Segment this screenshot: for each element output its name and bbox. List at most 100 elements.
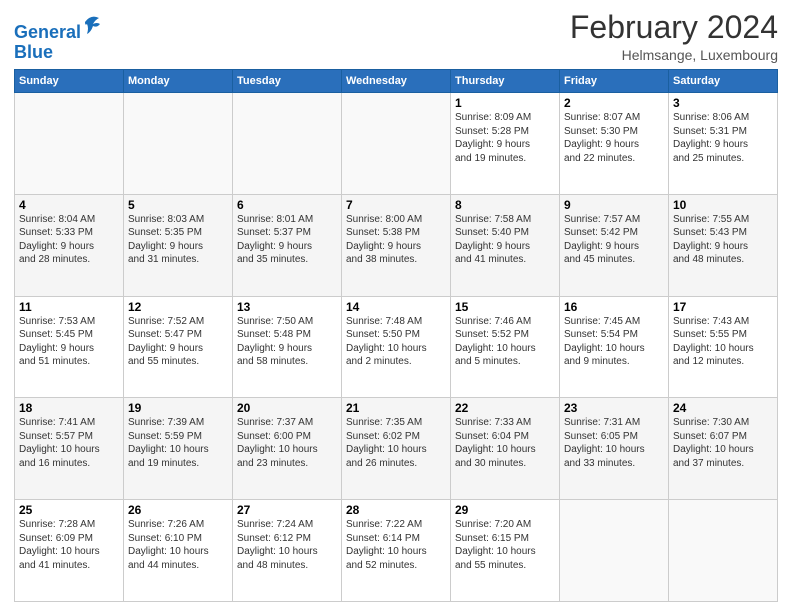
calendar-cell: 20Sunrise: 7:37 AM Sunset: 6:00 PM Dayli…: [233, 398, 342, 500]
logo-text: General Blue: [14, 14, 101, 63]
logo-bird-icon: [83, 14, 101, 36]
day-number: 19: [128, 401, 228, 415]
day-info: Sunrise: 8:09 AM Sunset: 5:28 PM Dayligh…: [455, 111, 555, 165]
day-info: Sunrise: 7:35 AM Sunset: 6:02 PM Dayligh…: [346, 416, 446, 470]
day-number: 1: [455, 96, 555, 110]
day-number: 7: [346, 198, 446, 212]
day-number: 21: [346, 401, 446, 415]
day-number: 28: [346, 503, 446, 517]
calendar-cell: 28Sunrise: 7:22 AM Sunset: 6:14 PM Dayli…: [342, 500, 451, 602]
calendar-cell: 10Sunrise: 7:55 AM Sunset: 5:43 PM Dayli…: [669, 194, 778, 296]
calendar-cell: 8Sunrise: 7:58 AM Sunset: 5:40 PM Daylig…: [451, 194, 560, 296]
day-number: 6: [237, 198, 337, 212]
calendar-cell: 5Sunrise: 8:03 AM Sunset: 5:35 PM Daylig…: [124, 194, 233, 296]
day-info: Sunrise: 7:37 AM Sunset: 6:00 PM Dayligh…: [237, 416, 337, 470]
day-number: 13: [237, 300, 337, 314]
day-number: 3: [673, 96, 773, 110]
weekday-header-friday: Friday: [560, 70, 669, 93]
weekday-header-saturday: Saturday: [669, 70, 778, 93]
calendar-cell: 19Sunrise: 7:39 AM Sunset: 5:59 PM Dayli…: [124, 398, 233, 500]
day-number: 27: [237, 503, 337, 517]
calendar-cell: 24Sunrise: 7:30 AM Sunset: 6:07 PM Dayli…: [669, 398, 778, 500]
calendar-cell: 11Sunrise: 7:53 AM Sunset: 5:45 PM Dayli…: [15, 296, 124, 398]
day-number: 9: [564, 198, 664, 212]
day-info: Sunrise: 7:52 AM Sunset: 5:47 PM Dayligh…: [128, 315, 228, 369]
day-number: 25: [19, 503, 119, 517]
weekday-header-row: SundayMondayTuesdayWednesdayThursdayFrid…: [15, 70, 778, 93]
title-block: February 2024 Helmsange, Luxembourg: [570, 10, 778, 63]
calendar-table: SundayMondayTuesdayWednesdayThursdayFrid…: [14, 69, 778, 602]
calendar-cell: 14Sunrise: 7:48 AM Sunset: 5:50 PM Dayli…: [342, 296, 451, 398]
calendar-cell: 27Sunrise: 7:24 AM Sunset: 6:12 PM Dayli…: [233, 500, 342, 602]
logo-blue: Blue: [14, 42, 53, 62]
day-number: 26: [128, 503, 228, 517]
day-number: 10: [673, 198, 773, 212]
day-number: 23: [564, 401, 664, 415]
weekday-header-wednesday: Wednesday: [342, 70, 451, 93]
day-info: Sunrise: 7:28 AM Sunset: 6:09 PM Dayligh…: [19, 518, 119, 572]
day-info: Sunrise: 7:20 AM Sunset: 6:15 PM Dayligh…: [455, 518, 555, 572]
day-info: Sunrise: 8:01 AM Sunset: 5:37 PM Dayligh…: [237, 213, 337, 267]
day-info: Sunrise: 7:53 AM Sunset: 5:45 PM Dayligh…: [19, 315, 119, 369]
day-info: Sunrise: 7:24 AM Sunset: 6:12 PM Dayligh…: [237, 518, 337, 572]
calendar-week-5: 25Sunrise: 7:28 AM Sunset: 6:09 PM Dayli…: [15, 500, 778, 602]
calendar-cell: 1Sunrise: 8:09 AM Sunset: 5:28 PM Daylig…: [451, 93, 560, 195]
day-info: Sunrise: 7:39 AM Sunset: 5:59 PM Dayligh…: [128, 416, 228, 470]
calendar-cell: [15, 93, 124, 195]
weekday-header-sunday: Sunday: [15, 70, 124, 93]
day-info: Sunrise: 7:50 AM Sunset: 5:48 PM Dayligh…: [237, 315, 337, 369]
day-info: Sunrise: 7:46 AM Sunset: 5:52 PM Dayligh…: [455, 315, 555, 369]
day-number: 14: [346, 300, 446, 314]
calendar-cell: 4Sunrise: 8:04 AM Sunset: 5:33 PM Daylig…: [15, 194, 124, 296]
calendar-cell: [233, 93, 342, 195]
day-info: Sunrise: 7:58 AM Sunset: 5:40 PM Dayligh…: [455, 213, 555, 267]
day-number: 17: [673, 300, 773, 314]
calendar-cell: 29Sunrise: 7:20 AM Sunset: 6:15 PM Dayli…: [451, 500, 560, 602]
day-number: 16: [564, 300, 664, 314]
calendar-cell: 13Sunrise: 7:50 AM Sunset: 5:48 PM Dayli…: [233, 296, 342, 398]
calendar-cell: 7Sunrise: 8:00 AM Sunset: 5:38 PM Daylig…: [342, 194, 451, 296]
calendar-cell: 22Sunrise: 7:33 AM Sunset: 6:04 PM Dayli…: [451, 398, 560, 500]
day-number: 12: [128, 300, 228, 314]
calendar-cell: 21Sunrise: 7:35 AM Sunset: 6:02 PM Dayli…: [342, 398, 451, 500]
day-info: Sunrise: 7:33 AM Sunset: 6:04 PM Dayligh…: [455, 416, 555, 470]
day-info: Sunrise: 8:07 AM Sunset: 5:30 PM Dayligh…: [564, 111, 664, 165]
day-number: 29: [455, 503, 555, 517]
day-number: 2: [564, 96, 664, 110]
day-info: Sunrise: 7:30 AM Sunset: 6:07 PM Dayligh…: [673, 416, 773, 470]
weekday-header-tuesday: Tuesday: [233, 70, 342, 93]
weekday-header-thursday: Thursday: [451, 70, 560, 93]
day-info: Sunrise: 7:45 AM Sunset: 5:54 PM Dayligh…: [564, 315, 664, 369]
calendar-cell: [560, 500, 669, 602]
calendar-week-4: 18Sunrise: 7:41 AM Sunset: 5:57 PM Dayli…: [15, 398, 778, 500]
day-info: Sunrise: 8:06 AM Sunset: 5:31 PM Dayligh…: [673, 111, 773, 165]
day-info: Sunrise: 7:48 AM Sunset: 5:50 PM Dayligh…: [346, 315, 446, 369]
day-info: Sunrise: 7:43 AM Sunset: 5:55 PM Dayligh…: [673, 315, 773, 369]
calendar-cell: 26Sunrise: 7:26 AM Sunset: 6:10 PM Dayli…: [124, 500, 233, 602]
header: General Blue February 2024 Helmsange, Lu…: [14, 10, 778, 63]
calendar-cell: [124, 93, 233, 195]
day-number: 15: [455, 300, 555, 314]
logo: General Blue: [14, 14, 101, 63]
subtitle: Helmsange, Luxembourg: [570, 47, 778, 63]
day-info: Sunrise: 8:04 AM Sunset: 5:33 PM Dayligh…: [19, 213, 119, 267]
calendar-cell: [342, 93, 451, 195]
day-info: Sunrise: 7:55 AM Sunset: 5:43 PM Dayligh…: [673, 213, 773, 267]
calendar-page: General Blue February 2024 Helmsange, Lu…: [0, 0, 792, 612]
calendar-cell: 25Sunrise: 7:28 AM Sunset: 6:09 PM Dayli…: [15, 500, 124, 602]
calendar-cell: 2Sunrise: 8:07 AM Sunset: 5:30 PM Daylig…: [560, 93, 669, 195]
main-title: February 2024: [570, 10, 778, 45]
day-number: 4: [19, 198, 119, 212]
day-info: Sunrise: 7:57 AM Sunset: 5:42 PM Dayligh…: [564, 213, 664, 267]
day-number: 8: [455, 198, 555, 212]
calendar-cell: 3Sunrise: 8:06 AM Sunset: 5:31 PM Daylig…: [669, 93, 778, 195]
logo-general: General: [14, 22, 81, 42]
day-info: Sunrise: 8:00 AM Sunset: 5:38 PM Dayligh…: [346, 213, 446, 267]
calendar-cell: 12Sunrise: 7:52 AM Sunset: 5:47 PM Dayli…: [124, 296, 233, 398]
calendar-week-3: 11Sunrise: 7:53 AM Sunset: 5:45 PM Dayli…: [15, 296, 778, 398]
calendar-cell: 16Sunrise: 7:45 AM Sunset: 5:54 PM Dayli…: [560, 296, 669, 398]
day-info: Sunrise: 7:22 AM Sunset: 6:14 PM Dayligh…: [346, 518, 446, 572]
calendar-cell: 15Sunrise: 7:46 AM Sunset: 5:52 PM Dayli…: [451, 296, 560, 398]
calendar-cell: 6Sunrise: 8:01 AM Sunset: 5:37 PM Daylig…: [233, 194, 342, 296]
weekday-header-monday: Monday: [124, 70, 233, 93]
